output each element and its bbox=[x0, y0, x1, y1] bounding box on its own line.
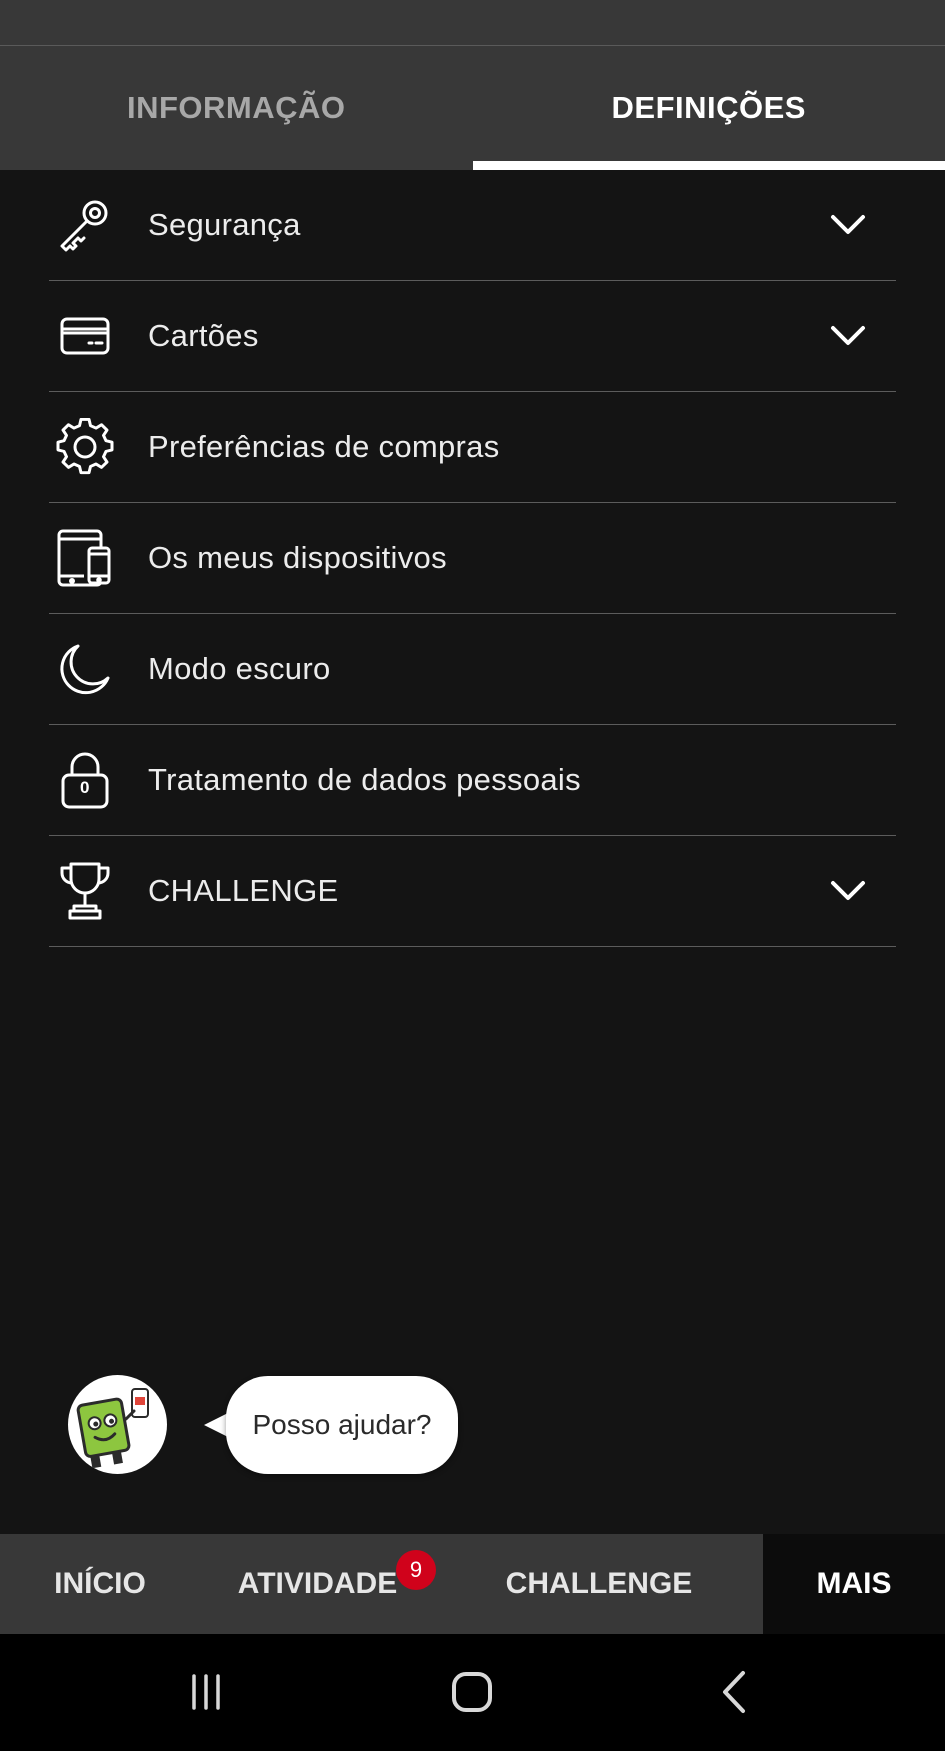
settings-list: Segurança Cartões Preferências de compra… bbox=[49, 170, 896, 947]
system-navigation-bar bbox=[0, 1634, 945, 1751]
nav-atividade-label: ATIVIDADE bbox=[237, 1567, 398, 1600]
settings-item-modo-escuro[interactable]: Modo escuro bbox=[49, 614, 896, 725]
chevron-down-icon[interactable] bbox=[828, 316, 868, 356]
settings-item-seguranca[interactable]: Segurança bbox=[49, 170, 896, 281]
settings-item-label: Preferências de compras bbox=[148, 429, 500, 464]
nav-challenge-label: CHALLENGE bbox=[505, 1567, 693, 1600]
home-icon[interactable] bbox=[444, 1664, 500, 1720]
settings-item-label: Tratamento de dados pessoais bbox=[148, 762, 581, 797]
trophy-icon bbox=[55, 861, 115, 921]
settings-item-label: Os meus dispositivos bbox=[148, 540, 447, 575]
chat-bubble-text: Posso ajudar? bbox=[252, 1409, 432, 1440]
nav-inicio[interactable]: INÍCIO bbox=[0, 1534, 200, 1634]
chat-bubble-tail bbox=[204, 1413, 228, 1437]
card-icon bbox=[55, 306, 115, 366]
nav-mais-label: MAIS bbox=[816, 1567, 892, 1600]
gear-icon bbox=[55, 417, 115, 477]
tab-informacao[interactable]: INFORMAÇÃO bbox=[0, 46, 473, 170]
screen: INFORMAÇÃO DEFINIÇÕES Segurança Cartões … bbox=[0, 0, 945, 1751]
settings-item-label: Segurança bbox=[148, 207, 301, 242]
settings-item-label: CHALLENGE bbox=[148, 873, 339, 908]
top-tabs: INFORMAÇÃO DEFINIÇÕES bbox=[0, 46, 945, 170]
nav-atividade[interactable]: ATIVIDADE 9 bbox=[200, 1534, 436, 1634]
tab-definicoes[interactable]: DEFINIÇÕES bbox=[472, 46, 945, 170]
settings-item-dispositivos[interactable]: Os meus dispositivos bbox=[49, 503, 896, 614]
chat-assistant-avatar[interactable] bbox=[68, 1375, 167, 1474]
nav-inicio-label: INÍCIO bbox=[54, 1567, 146, 1600]
settings-item-dados-pessoais[interactable]: 0 Tratamento de dados pessoais bbox=[49, 725, 896, 836]
settings-item-preferencias-compras[interactable]: Preferências de compras bbox=[49, 392, 896, 503]
devices-icon bbox=[55, 528, 115, 588]
chevron-down-icon[interactable] bbox=[828, 871, 868, 911]
settings-item-label: Modo escuro bbox=[148, 651, 331, 686]
lock-icon-digit: 0 bbox=[80, 778, 90, 797]
chevron-down-icon[interactable] bbox=[828, 205, 868, 245]
lock-icon: 0 bbox=[55, 750, 115, 810]
tab-informacao-label: INFORMAÇÃO bbox=[126, 90, 346, 125]
recent-apps-icon[interactable] bbox=[178, 1664, 234, 1720]
status-strip bbox=[0, 0, 945, 46]
tab-definicoes-label: DEFINIÇÕES bbox=[611, 90, 806, 125]
nav-mais[interactable]: MAIS bbox=[763, 1534, 945, 1634]
settings-item-challenge[interactable]: CHALLENGE bbox=[49, 836, 896, 947]
settings-item-cartoes[interactable]: Cartões bbox=[49, 281, 896, 392]
moon-icon bbox=[55, 639, 115, 699]
back-icon[interactable] bbox=[706, 1664, 762, 1720]
active-tab-indicator bbox=[472, 161, 945, 170]
nav-challenge[interactable]: CHALLENGE bbox=[435, 1534, 763, 1634]
key-icon bbox=[55, 195, 115, 255]
settings-item-label: Cartões bbox=[148, 318, 259, 353]
bottom-nav: INÍCIO ATIVIDADE 9 CHALLENGE MAIS bbox=[0, 1534, 945, 1634]
chat-bubble[interactable]: Posso ajudar? bbox=[226, 1376, 458, 1474]
activity-count-badge: 9 bbox=[396, 1550, 436, 1590]
